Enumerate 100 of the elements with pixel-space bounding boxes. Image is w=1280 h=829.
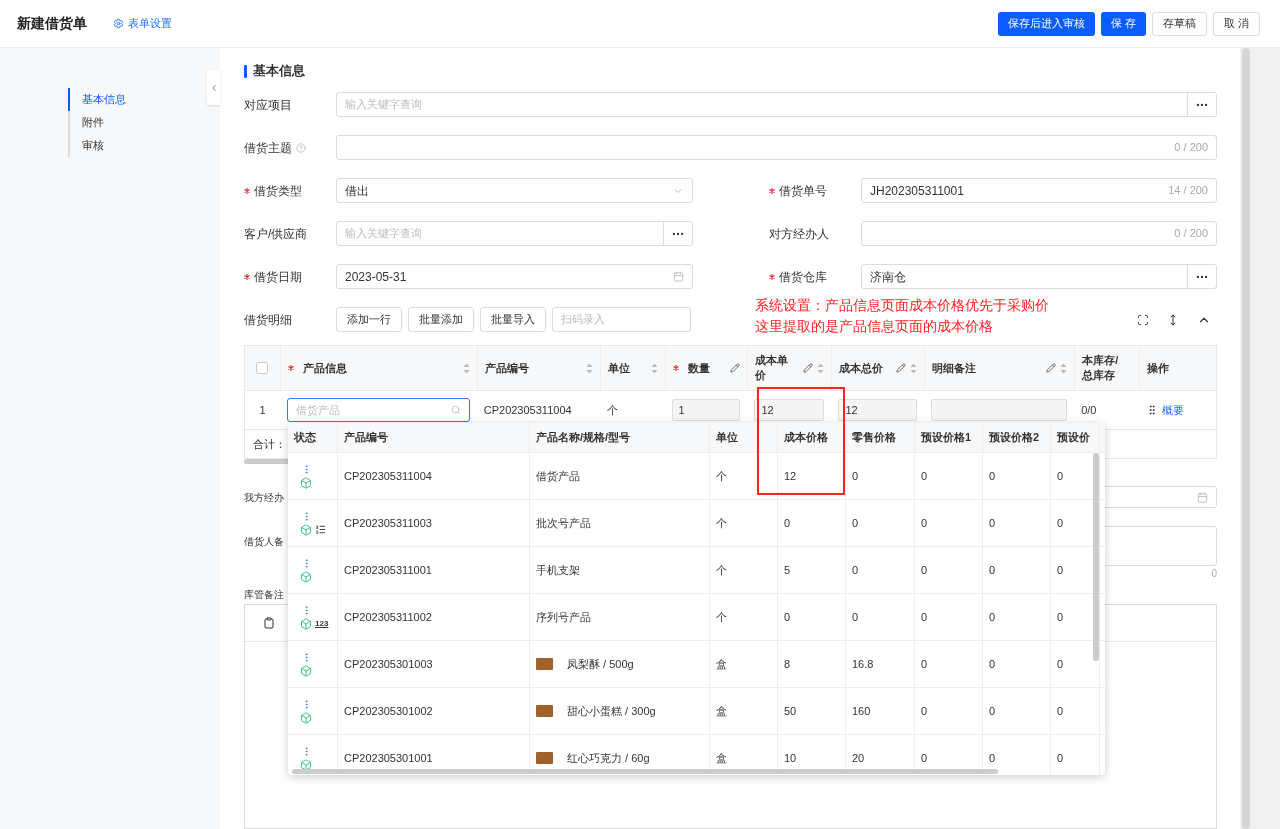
table-cell-text: 手机支架 xyxy=(536,562,580,578)
table-cell: CP202305311001 xyxy=(338,547,530,593)
calendar-icon xyxy=(673,271,684,282)
remark-field[interactable] xyxy=(931,399,1068,421)
table-cell-text: CP202305311004 xyxy=(482,402,573,418)
cube-icon xyxy=(300,523,312,536)
nav-item[interactable]: 附件 xyxy=(68,111,178,134)
table-cell: 个 xyxy=(710,453,778,499)
table-cell: 0 xyxy=(778,500,846,546)
table-cell: 16.8 xyxy=(846,641,915,687)
calendar-icon xyxy=(1197,491,1208,503)
edit-icon[interactable] xyxy=(730,363,741,373)
field-label: 借货仓库 xyxy=(779,268,827,286)
table-cell: 0 xyxy=(915,547,983,593)
table-cell: 0 xyxy=(983,500,1051,546)
nav-item[interactable]: 审核 xyxy=(68,134,178,157)
table-cell-text: 批次号产品 xyxy=(536,515,591,531)
table-cell: 0 xyxy=(983,688,1051,734)
column-header: 明细备注 xyxy=(932,360,977,376)
edit-icon[interactable] xyxy=(1046,363,1057,373)
table-cell: CP202305311002 xyxy=(338,594,530,640)
detail-action-button[interactable]: 批量导入 xyxy=(480,307,546,332)
column-header: 产品编号 xyxy=(344,430,388,446)
table-cell: 0 xyxy=(846,547,915,593)
toolbar-button[interactable]: 保 存 xyxy=(1100,11,1146,36)
table-cell: CP202305301003 xyxy=(338,641,530,687)
column-header: 成本单价 xyxy=(755,353,790,383)
char-counter: 0 / 200 xyxy=(1174,140,1208,156)
table-cell: 0 xyxy=(983,641,1051,687)
table-cell: 0 xyxy=(915,500,983,546)
field-placeholder: 输入关键字查询 xyxy=(344,226,423,242)
table-cell: 0 xyxy=(983,453,1051,499)
section-marker xyxy=(244,64,247,78)
edit-icon[interactable] xyxy=(803,363,814,373)
table-cell: CP202305311003 xyxy=(338,500,530,546)
char-counter: 0 / 200 xyxy=(1174,226,1208,242)
table-cell-text: 红心巧克力 / 60g xyxy=(567,750,650,766)
form-settings-link[interactable]: 表单设置 xyxy=(113,15,172,32)
column-header: 状态 xyxy=(294,430,316,446)
table-cell-text: 序列号产品 xyxy=(536,609,591,625)
select-all-checkbox[interactable] xyxy=(256,362,269,374)
table-cell: CP202305311004 xyxy=(338,453,530,499)
vertical-scrollbar[interactable] xyxy=(1093,453,1099,661)
table-cell: CP202305301002 xyxy=(338,688,530,734)
field-placeholder: 输入关键字查询 xyxy=(344,97,423,113)
table-cell: 盒 xyxy=(710,641,778,687)
search-icon xyxy=(450,405,461,415)
type-select[interactable]: 借出 xyxy=(336,178,693,203)
detail-action-button[interactable]: 批量添加 xyxy=(408,307,474,332)
toolbar-button[interactable]: 取 消 xyxy=(1212,11,1260,36)
clipboard-icon[interactable] xyxy=(263,617,275,629)
column-header: 产品编号 xyxy=(484,360,529,376)
warehouse-field[interactable]: 济南仓 xyxy=(861,264,1217,289)
table-cell: 0 xyxy=(915,453,983,499)
field-label: 借货日期 xyxy=(254,268,302,286)
date-field[interactable]: 2023-05-31 xyxy=(336,264,693,289)
field-label: 我方经办 xyxy=(244,490,284,505)
total-label: 合计： xyxy=(253,436,286,452)
field-label: 借货人备 xyxy=(244,535,284,549)
edit-icon[interactable] xyxy=(896,363,907,373)
column-header: 预设价格1 xyxy=(921,430,972,446)
column-header: 单位 xyxy=(607,360,630,376)
column-header: 零售价格 xyxy=(852,430,896,446)
table-cell: 12 xyxy=(778,453,846,499)
char-counter: 0 xyxy=(1211,567,1217,581)
column-header: 预设价 xyxy=(1057,430,1090,446)
column-header: 预设价格2 xyxy=(989,430,1040,446)
table-cell: 5 xyxy=(778,547,846,593)
field-label: 对应项目 xyxy=(244,96,292,114)
page-scrollbar[interactable] xyxy=(1242,48,1250,829)
table-cell: 50 xyxy=(778,688,846,734)
help-icon xyxy=(296,142,306,153)
toolbar-button[interactable]: 存草稿 xyxy=(1151,11,1207,36)
table-cell-text: 0/0 xyxy=(1080,402,1098,418)
table-cell: 0 xyxy=(915,688,983,734)
detail-action-button[interactable]: 添加一行 xyxy=(336,307,402,332)
field-value: 2023-05-31 xyxy=(345,268,407,286)
total-cost-field[interactable]: 12 xyxy=(838,399,918,421)
column-header: 产品名称/规格/型号 xyxy=(536,430,631,446)
table-cell-text: 借货产品 xyxy=(536,468,580,484)
table-cell: 160 xyxy=(846,688,915,734)
field-label: 库管备注 xyxy=(244,588,284,602)
unit-cost-field[interactable]: 12 xyxy=(754,399,825,421)
table-cell: 0 xyxy=(846,594,915,640)
fullscreen-icon[interactable] xyxy=(1137,313,1149,326)
table-cell: 0 xyxy=(915,594,983,640)
collapse-button[interactable] xyxy=(207,70,220,105)
table-cell: 盒 xyxy=(710,688,778,734)
toolbar-button[interactable]: 保存后进入审核 xyxy=(997,11,1095,36)
table-cell: 0 xyxy=(1051,688,1100,734)
section-title: 基本信息 xyxy=(253,62,305,81)
row-index: 1 xyxy=(258,402,267,418)
table-cell-text: 个 xyxy=(605,402,619,418)
char-counter: 14 / 200 xyxy=(1168,183,1208,199)
nav-item[interactable]: 基本信息 xyxy=(68,88,178,111)
horizontal-scrollbar[interactable] xyxy=(292,769,998,774)
quantity-field[interactable]: 1 xyxy=(671,399,741,421)
number-field[interactable]: JH202305311001 14 / 200 xyxy=(861,178,1217,203)
annotation-text: 这里提取的是产品信息页面的成本价格 xyxy=(755,317,994,336)
summary-link[interactable]: 概要 xyxy=(1162,401,1185,419)
